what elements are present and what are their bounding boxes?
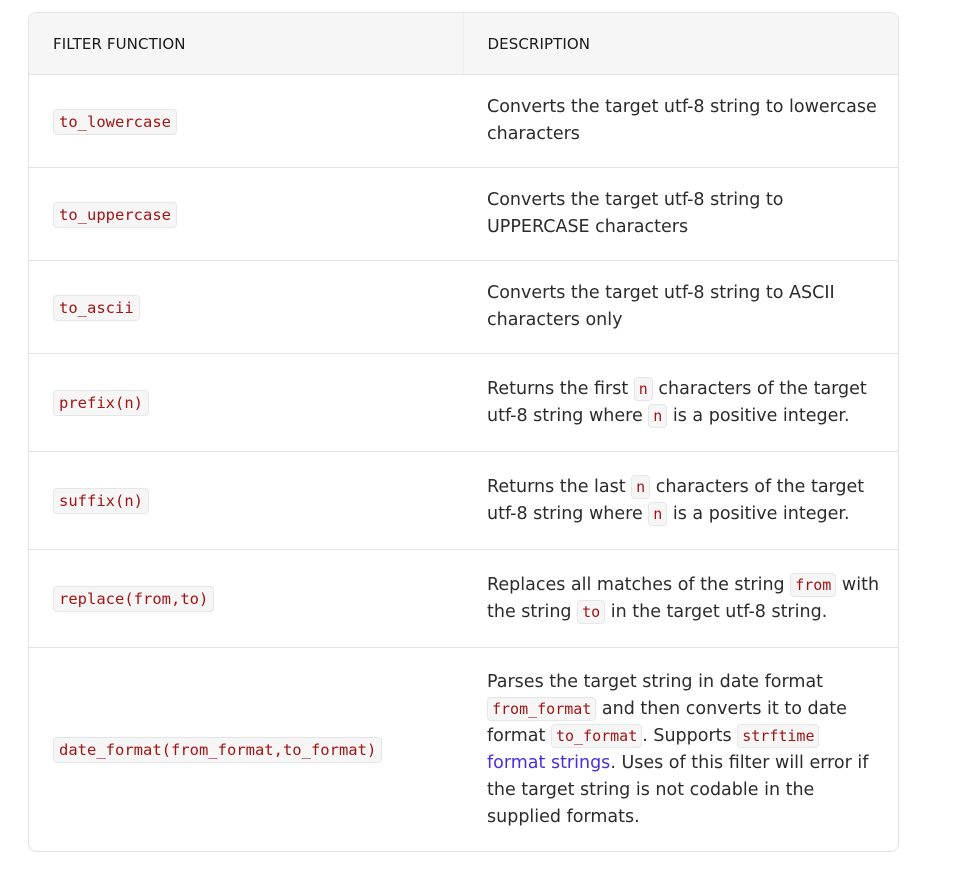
inline-code: n: [648, 501, 668, 526]
inline-code: to_format: [550, 723, 643, 748]
table-row: to_uppercase Converts the target utf-8 s…: [29, 167, 898, 261]
header-description: DESCRIPTION: [462, 13, 898, 75]
header-filter-function: FILTER FUNCTION: [29, 13, 463, 75]
function-description: Converts the target utf-8 string to ASCI…: [463, 260, 898, 354]
inline-code: to: [577, 599, 606, 624]
table-row: to_lowercase Converts the target utf-8 s…: [29, 74, 898, 168]
function-name: to_ascii: [53, 294, 140, 321]
inline-code: n: [631, 474, 651, 499]
function-name: to_uppercase: [53, 201, 177, 228]
table-row: suffix(n) Returns the last n characters …: [29, 451, 898, 550]
function-name: to_lowercase: [53, 108, 177, 135]
function-description: Converts the target utf-8 string to lowe…: [463, 74, 898, 168]
table-row: date_format(from_format,to_format) Parse…: [29, 648, 898, 852]
inline-code: from_format: [487, 696, 597, 721]
inline-code: strftime: [737, 723, 820, 748]
function-description: Replaces all matches of the string from …: [463, 549, 898, 648]
function-name: prefix(n): [53, 390, 149, 416]
table-row: replace(from,to) Replaces all matches of…: [29, 549, 898, 648]
function-description: Converts the target utf-8 string to UPPE…: [463, 167, 898, 261]
inline-code: from: [790, 572, 837, 597]
function-name: date_format(from_format,to_format): [53, 737, 383, 763]
table-header-row: FILTER FUNCTION DESCRIPTION: [29, 13, 898, 75]
function-description: Returns the last n characters of the tar…: [463, 451, 898, 550]
table-row: prefix(n) Returns the first n characters…: [29, 353, 898, 452]
filter-functions-table: FILTER FUNCTION DESCRIPTION to_lowercase…: [28, 12, 899, 852]
table-row: to_ascii Converts the target utf-8 strin…: [29, 260, 898, 354]
inline-code: n: [648, 403, 668, 428]
function-name: replace(from,to): [53, 586, 215, 612]
function-name: suffix(n): [53, 488, 149, 514]
function-description: Parses the target string in date format …: [487, 671, 869, 827]
format-strings-link[interactable]: format strings: [487, 753, 610, 773]
inline-code: n: [633, 376, 653, 401]
function-description: Returns the first n characters of the ta…: [463, 353, 898, 452]
